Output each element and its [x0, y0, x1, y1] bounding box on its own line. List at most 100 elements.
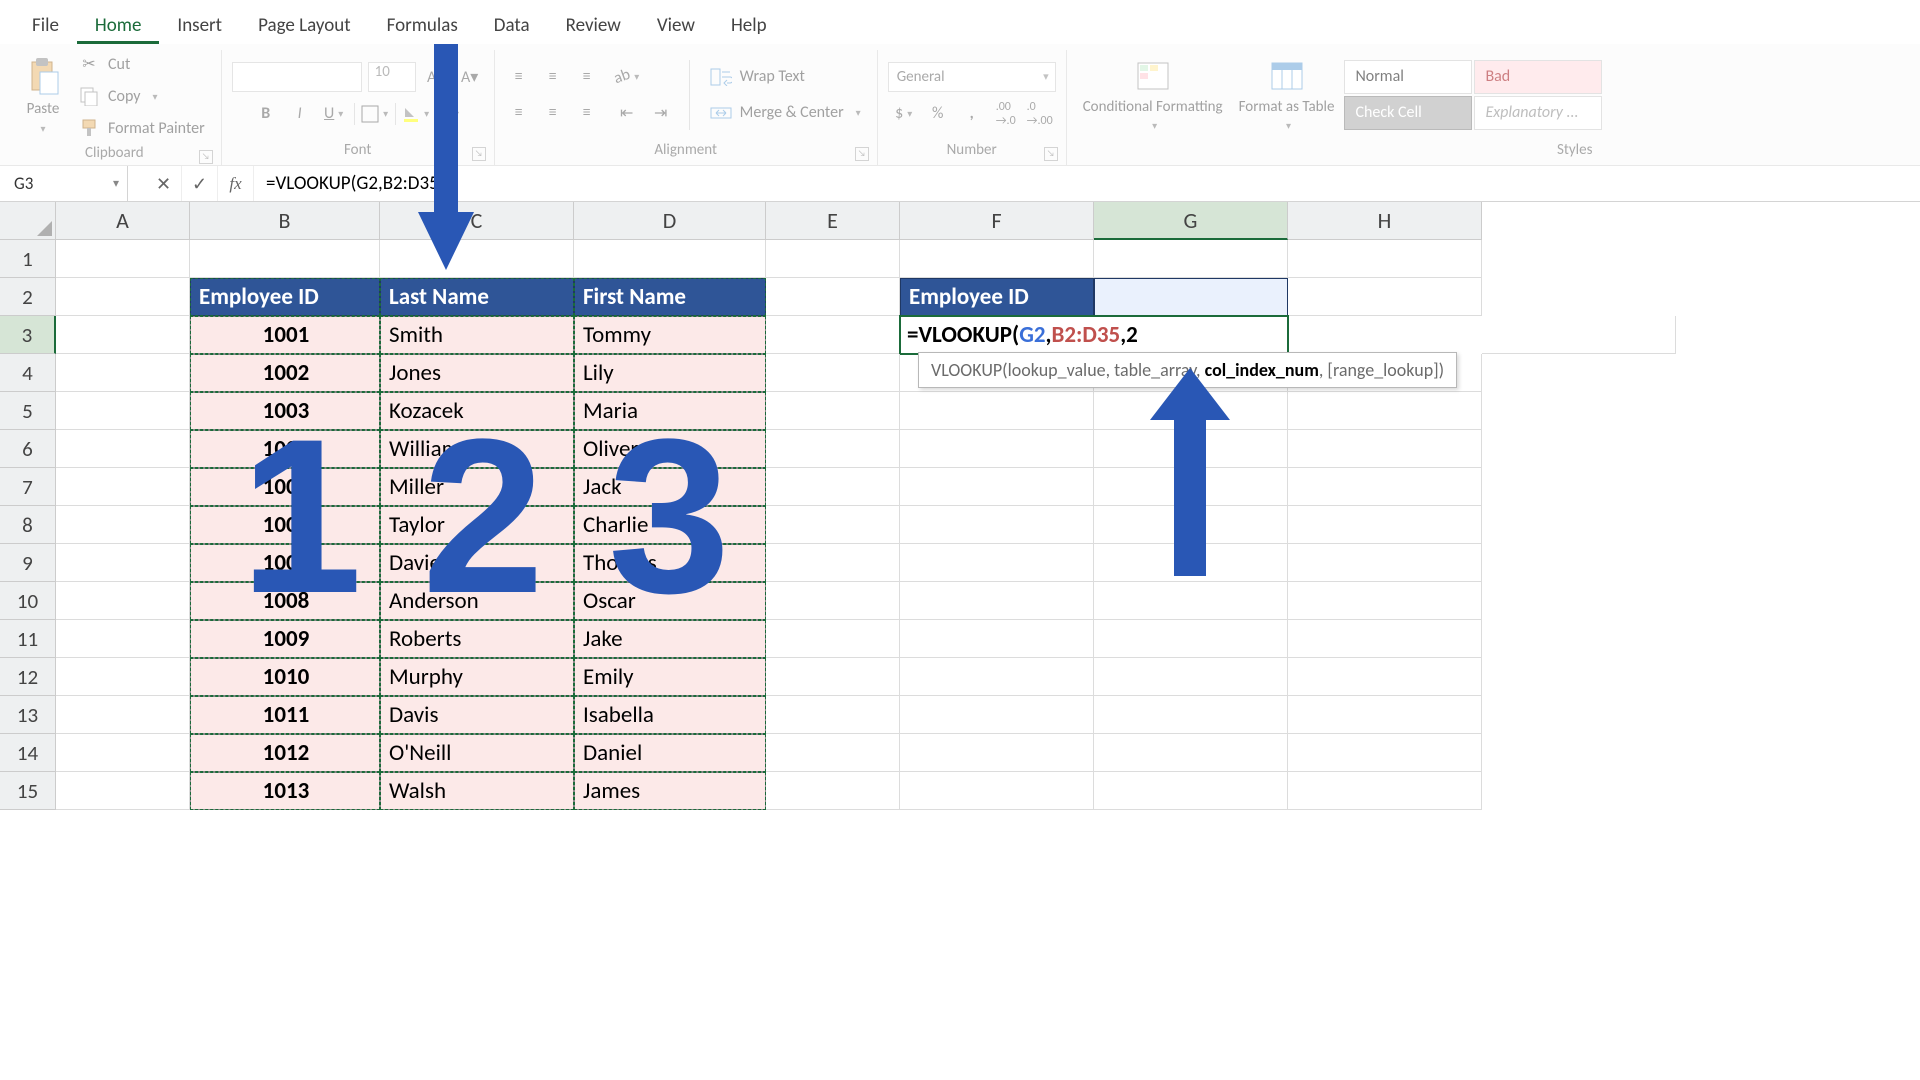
col-head-E[interactable]: E: [766, 202, 900, 240]
cell-E7[interactable]: [766, 468, 900, 506]
cell-G12[interactable]: [1094, 658, 1288, 696]
cell-C5[interactable]: Kozacek: [380, 392, 574, 430]
cell-H1[interactable]: [1288, 240, 1482, 278]
tab-home[interactable]: Home: [77, 8, 160, 44]
cell-F14[interactable]: [900, 734, 1094, 772]
worksheet-grid[interactable]: ABCDEFGH123456789101112131415Employee ID…: [0, 202, 1920, 240]
row-head-10[interactable]: 10: [0, 582, 56, 620]
underline-button[interactable]: U: [320, 100, 348, 128]
cell-F2[interactable]: Employee ID: [900, 278, 1094, 316]
alignment-launcher-icon[interactable]: ↘: [855, 147, 869, 161]
row-head-11[interactable]: 11: [0, 620, 56, 658]
cell-D13[interactable]: Isabella: [574, 696, 766, 734]
cell-E12[interactable]: [766, 658, 900, 696]
cell-B10[interactable]: 1008: [190, 582, 380, 620]
tab-insert[interactable]: Insert: [159, 8, 240, 44]
cell-A15[interactable]: [56, 772, 190, 810]
row-head-3[interactable]: 3: [0, 316, 56, 354]
cell-C15[interactable]: Walsh: [380, 772, 574, 810]
cell-A11[interactable]: [56, 620, 190, 658]
cell-A10[interactable]: [56, 582, 190, 620]
cell-F8[interactable]: [900, 506, 1094, 544]
format-as-table-button[interactable]: Format as Table: [1233, 55, 1341, 135]
cell-A5[interactable]: [56, 392, 190, 430]
font-name-dropdown[interactable]: [232, 62, 362, 92]
cell-E4[interactable]: [766, 354, 900, 392]
cell-H10[interactable]: [1288, 582, 1482, 620]
cell-D9[interactable]: Thomas: [574, 544, 766, 582]
number-launcher-icon[interactable]: ↘: [1044, 147, 1058, 161]
col-head-A[interactable]: A: [56, 202, 190, 240]
fill-color-button[interactable]: [402, 100, 430, 128]
name-box[interactable]: G3: [0, 166, 128, 201]
cell-H13[interactable]: [1288, 696, 1482, 734]
cell-E5[interactable]: [766, 392, 900, 430]
merge-center-button[interactable]: Merge & Center: [704, 99, 867, 127]
cancel-button[interactable]: ✕: [146, 166, 182, 201]
style-check-cell[interactable]: Check Cell: [1344, 96, 1472, 130]
cell-G1[interactable]: [1094, 240, 1288, 278]
cell-G15[interactable]: [1094, 772, 1288, 810]
cell-H8[interactable]: [1288, 506, 1482, 544]
cell-H2[interactable]: [1288, 278, 1482, 316]
paste-button[interactable]: Paste ▾: [18, 56, 68, 137]
cell-C2[interactable]: Last Name: [380, 278, 574, 316]
cell-C14[interactable]: O'Neill: [380, 734, 574, 772]
fx-button[interactable]: fx: [218, 166, 254, 201]
cell-A14[interactable]: [56, 734, 190, 772]
cell-E10[interactable]: [766, 582, 900, 620]
cell-H12[interactable]: [1288, 658, 1482, 696]
tab-file[interactable]: File: [14, 8, 77, 44]
cell-B13[interactable]: 1011: [190, 696, 380, 734]
cut-button[interactable]: ✂Cut: [72, 50, 211, 78]
formula-input[interactable]: =VLOOKUP(G2,B2:D35,2: [254, 172, 1920, 195]
cell-C11[interactable]: Roberts: [380, 620, 574, 658]
cell-B5[interactable]: 1003: [190, 392, 380, 430]
cell-B2[interactable]: Employee ID: [190, 278, 380, 316]
increase-indent-icon[interactable]: ⇥: [647, 99, 675, 127]
cell-G6[interactable]: [1094, 430, 1288, 468]
cell-B14[interactable]: 1012: [190, 734, 380, 772]
cell-G14[interactable]: [1094, 734, 1288, 772]
cell-H15[interactable]: [1288, 772, 1482, 810]
cell-C10[interactable]: Anderson: [380, 582, 574, 620]
cell-C9[interactable]: Davies: [380, 544, 574, 582]
cell-E9[interactable]: [766, 544, 900, 582]
cell-A4[interactable]: [56, 354, 190, 392]
cell-D14[interactable]: Daniel: [574, 734, 766, 772]
cell-D8[interactable]: Charlie: [574, 506, 766, 544]
col-head-B[interactable]: B: [190, 202, 380, 240]
row-head-15[interactable]: 15: [0, 772, 56, 810]
select-all-corner[interactable]: [0, 202, 56, 240]
cell-D11[interactable]: Jake: [574, 620, 766, 658]
cell-C4[interactable]: Jones: [380, 354, 574, 392]
cell-C8[interactable]: Taylor: [380, 506, 574, 544]
cell-H14[interactable]: [1288, 734, 1482, 772]
cell-F9[interactable]: [900, 544, 1094, 582]
row-head-9[interactable]: 9: [0, 544, 56, 582]
cell-G2[interactable]: [1094, 278, 1288, 316]
align-bottom-icon[interactable]: ≡: [573, 63, 601, 91]
cell-F15[interactable]: [900, 772, 1094, 810]
cell-E15[interactable]: [766, 772, 900, 810]
font-size-dropdown[interactable]: 10: [368, 62, 416, 92]
cell-D10[interactable]: Oscar: [574, 582, 766, 620]
cell-G10[interactable]: [1094, 582, 1288, 620]
row-head-1[interactable]: 1: [0, 240, 56, 278]
copy-button[interactable]: Copy: [72, 82, 211, 110]
cell-G13[interactable]: [1094, 696, 1288, 734]
cell-D3[interactable]: Tommy: [574, 316, 766, 354]
increase-decimal-icon[interactable]: .00→.0: [992, 100, 1020, 128]
row-head-12[interactable]: 12: [0, 658, 56, 696]
bold-button[interactable]: B: [252, 100, 280, 128]
cell-F1[interactable]: [900, 240, 1094, 278]
cell-H9[interactable]: [1288, 544, 1482, 582]
cell-B15[interactable]: 1013: [190, 772, 380, 810]
cell-H5[interactable]: [1288, 392, 1482, 430]
cell-B1[interactable]: [190, 240, 380, 278]
cell-C13[interactable]: Davis: [380, 696, 574, 734]
comma-format-icon[interactable]: ,: [958, 100, 986, 128]
cell-F11[interactable]: [900, 620, 1094, 658]
align-top-icon[interactable]: ≡: [505, 63, 533, 91]
cell-G11[interactable]: [1094, 620, 1288, 658]
